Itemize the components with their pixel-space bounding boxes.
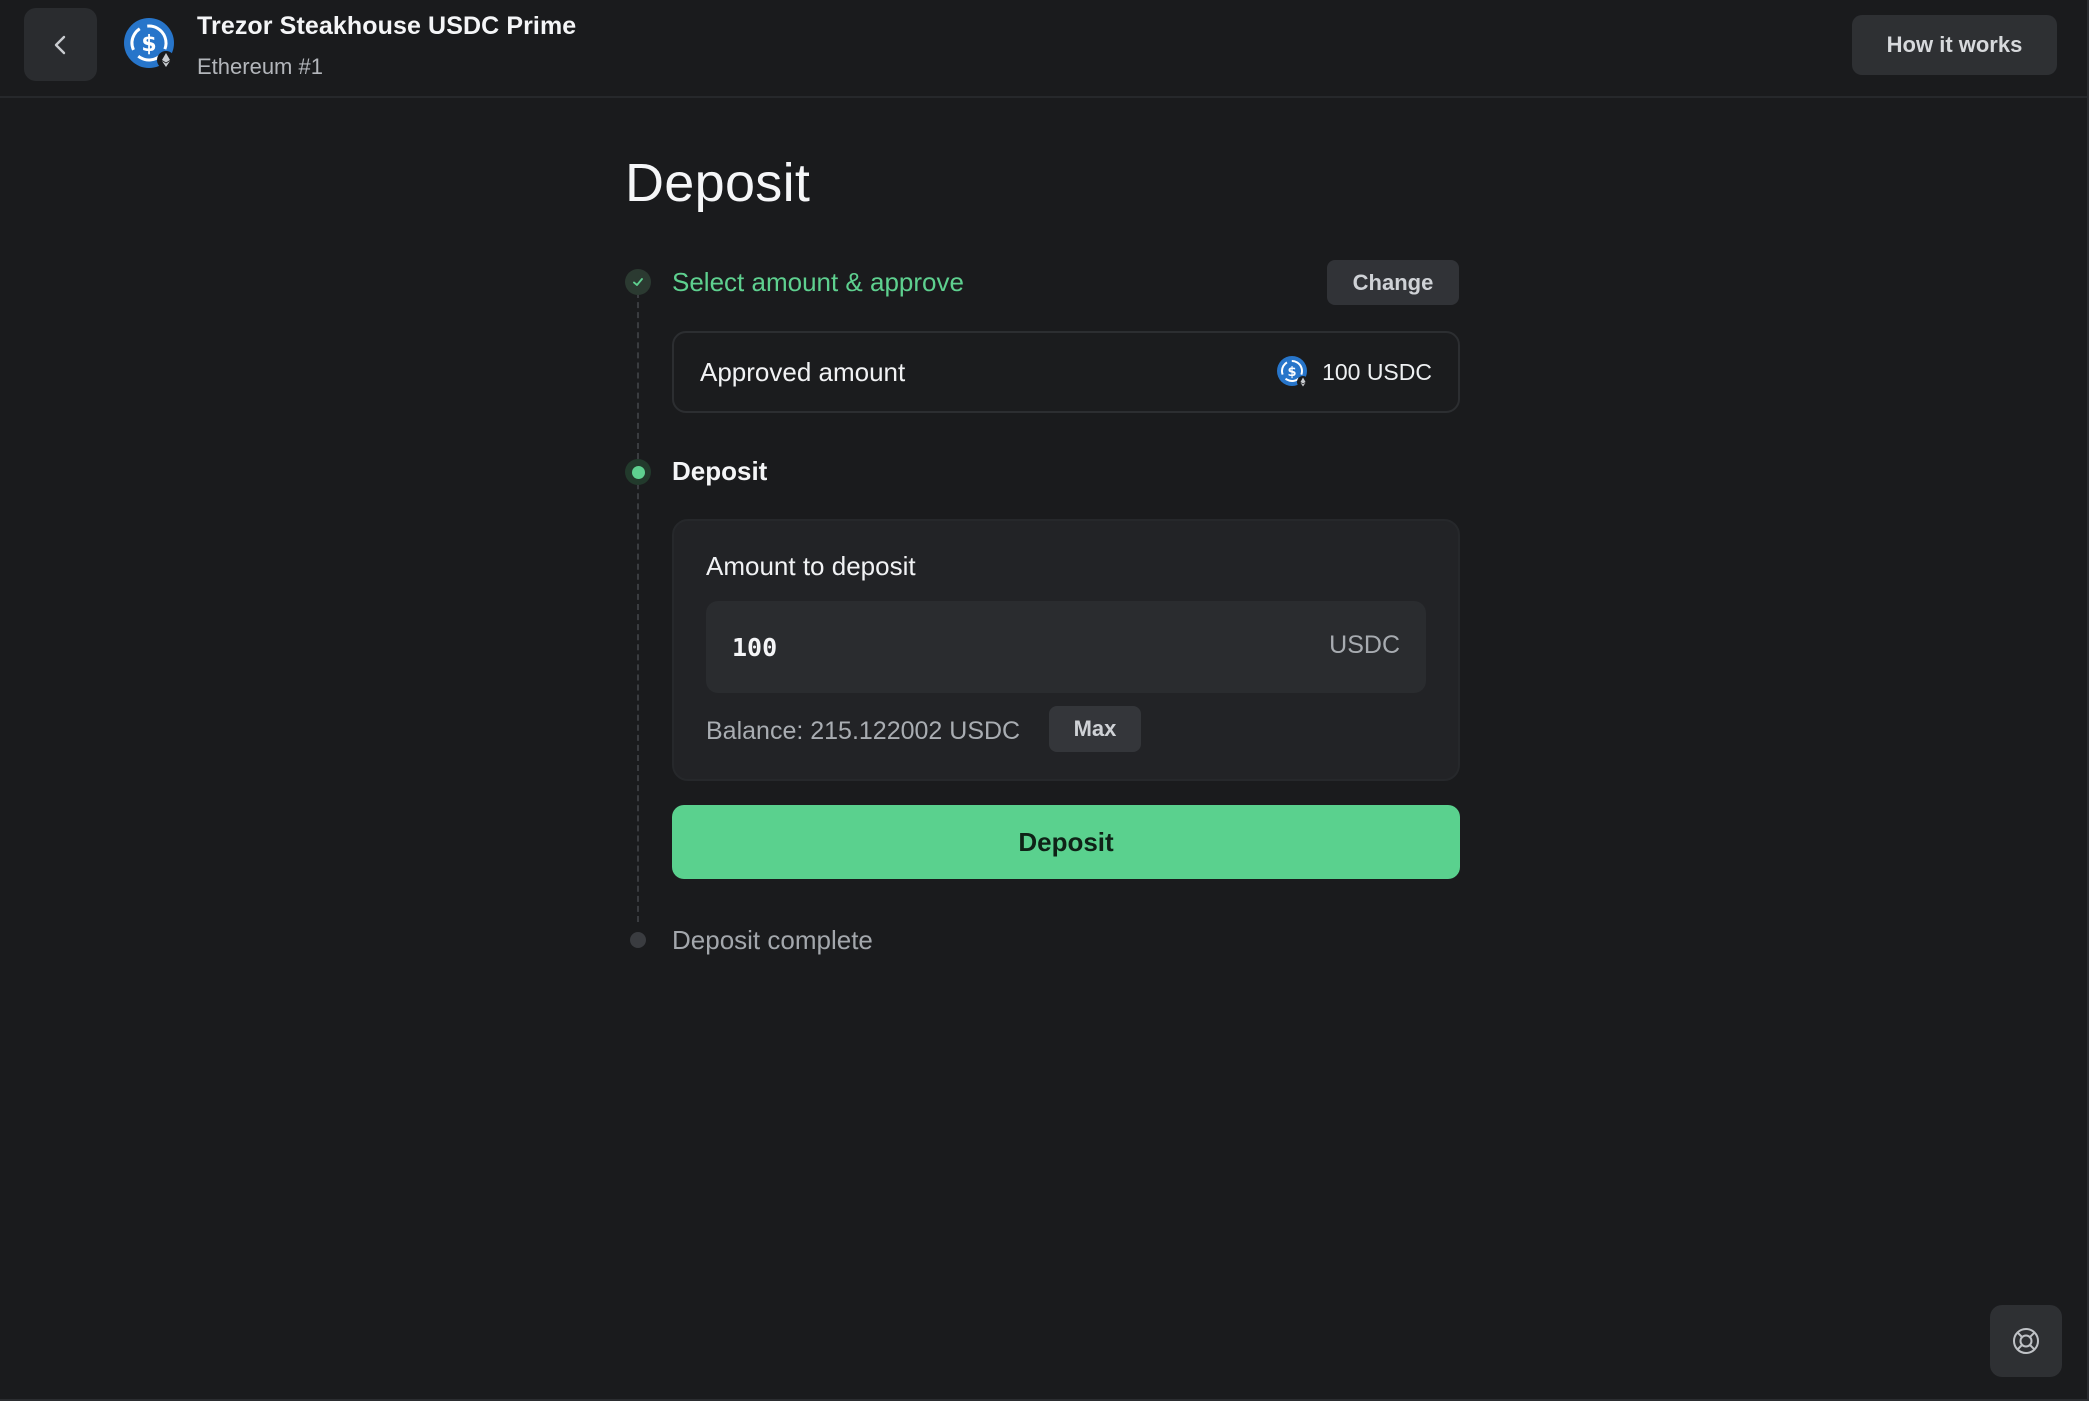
amount-input[interactable] (732, 627, 1232, 667)
step-active-dot-icon (625, 459, 651, 485)
deposit-button[interactable]: Deposit (672, 805, 1460, 879)
step-pending-dot-icon (630, 932, 646, 948)
timeline-line (637, 292, 639, 922)
step-deposit-label: Deposit (672, 456, 768, 486)
balance-text: Balance: 215.122002 USDC (706, 717, 1021, 745)
svg-text:$: $ (141, 32, 156, 57)
app-window: $ Trezor Steakhouse USDC Prime Ethereum … (0, 0, 2089, 1401)
approved-amount-value: $ 100 USDC (1276, 355, 1432, 389)
approved-amount-text: 100 USDC (1322, 358, 1432, 385)
svg-text:$: $ (1288, 365, 1297, 380)
amount-field[interactable]: USDC (706, 601, 1426, 693)
step-deposit-complete-label: Deposit complete (672, 925, 873, 955)
back-button[interactable] (24, 8, 97, 81)
usdc-coin-icon: $ (124, 18, 175, 69)
help-button[interactable] (1990, 1305, 2062, 1377)
step-select-amount-label: Select amount & approve (672, 267, 964, 297)
lifebuoy-icon (2013, 1328, 2039, 1354)
deposit-card: Amount to deposit USDC Balance: 215.1220… (672, 519, 1460, 781)
header: $ Trezor Steakhouse USDC Prime Ethereum … (0, 0, 2087, 98)
amount-to-deposit-label: Amount to deposit (706, 551, 916, 581)
approved-amount-card: Approved amount $ 100 USDC (672, 331, 1460, 413)
amount-unit: USDC (1329, 631, 1400, 659)
vault-title: Trezor Steakhouse USDC Prime (197, 12, 577, 40)
chevron-left-icon (54, 35, 65, 54)
how-it-works-button[interactable]: How it works (1852, 15, 2057, 75)
page-title: Deposit (625, 153, 811, 213)
max-button[interactable]: Max (1049, 706, 1141, 752)
usdc-coin-icon: $ (1277, 356, 1310, 388)
approved-amount-label: Approved amount (700, 357, 906, 387)
change-button[interactable]: Change (1327, 260, 1459, 305)
step-completed-check-icon (625, 269, 651, 295)
account-name: Ethereum #1 (197, 54, 323, 79)
